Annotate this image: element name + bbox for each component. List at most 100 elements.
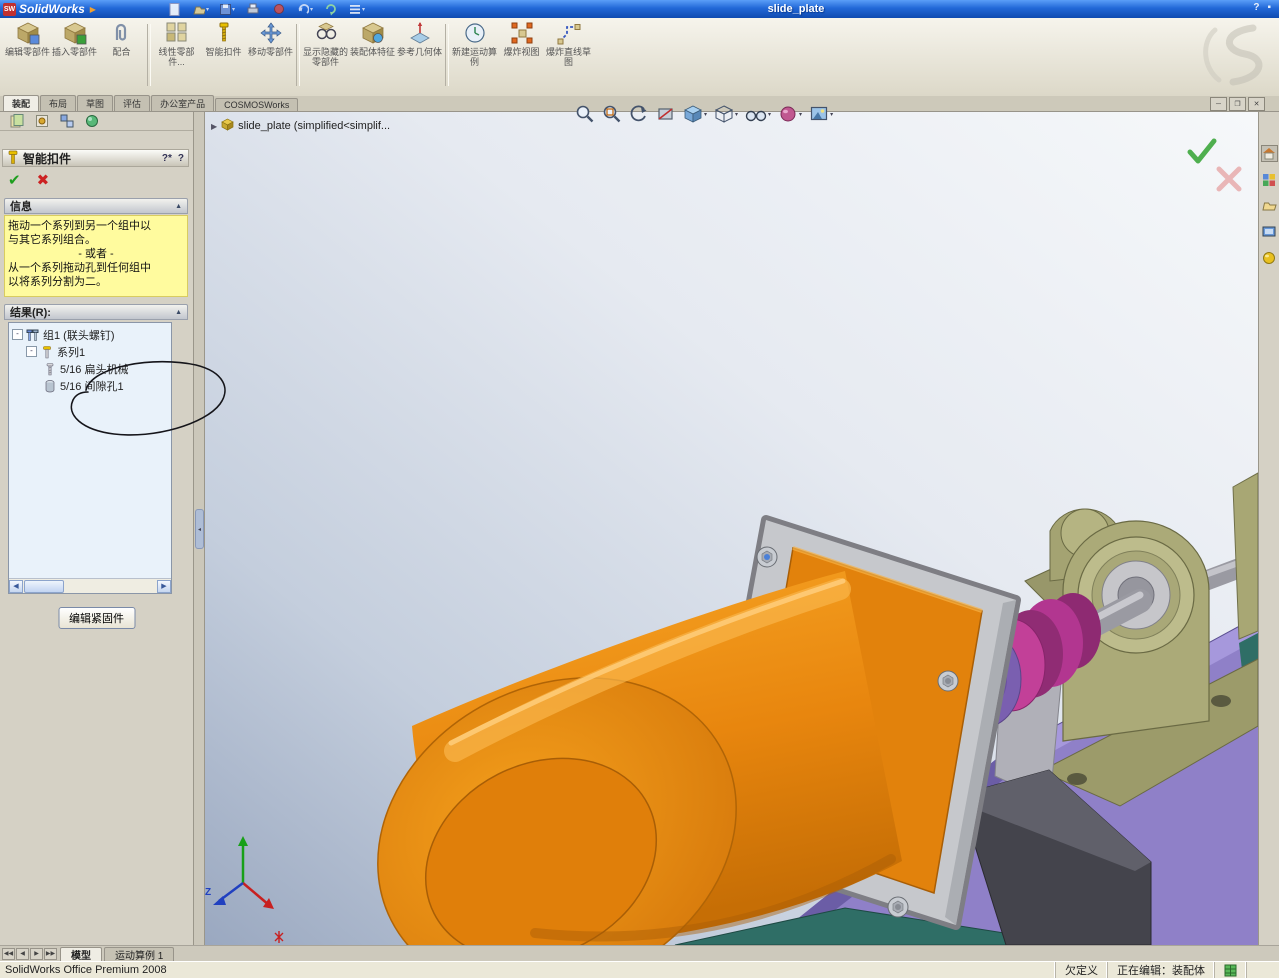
help-button[interactable]: ? (1253, 2, 1259, 13)
display-style-icon[interactable]: ▾ (713, 103, 739, 125)
configurationmanager-tab-icon[interactable] (59, 113, 75, 128)
heads-up-toolbar: ▾ ▾ ▾ ▾ ▾ (574, 100, 834, 128)
help-icon[interactable]: ? (178, 153, 184, 164)
first-tab-icon[interactable]: ◀◀ (2, 947, 15, 960)
print-icon[interactable] (244, 2, 261, 17)
tab-assembly[interactable]: 装配 (3, 95, 40, 111)
toolbar-separator (147, 24, 151, 86)
flange-bolt[interactable] (887, 896, 909, 918)
view-orientation-icon[interactable]: ▾ (682, 103, 708, 125)
motor-body[interactable] (323, 571, 902, 945)
previous-tab-icon[interactable]: ◀ (16, 947, 29, 960)
collapse-icon[interactable]: - (12, 329, 23, 340)
hide-show-items-icon[interactable]: ▾ (744, 103, 772, 125)
expander-icon[interactable]: ▶ (211, 122, 217, 131)
toolbar-button-exploded-view[interactable]: 爆炸视图 (498, 18, 545, 95)
tab-layout[interactable]: 布局 (40, 95, 77, 111)
message-box: 拖动一个系列到另一个组中以 与其它系列组合。 - 或者 - 从一个系列拖动孔到任… (4, 215, 188, 297)
tab-model[interactable]: 模型 (60, 946, 102, 962)
zoom-fit-icon[interactable] (574, 103, 596, 125)
tab-motion-study-1[interactable]: 运动算例 1 (104, 946, 175, 962)
file-explorer-icon[interactable] (1261, 197, 1278, 214)
tab-office-products[interactable]: 办公室产品 (151, 95, 215, 111)
results-group-header[interactable]: 结果(R): ▲ (4, 304, 188, 320)
toolbar-button-explode-line-sketch[interactable]: 爆炸直线草图 (545, 18, 592, 95)
dropdown-icon[interactable]: ▾ (830, 111, 833, 118)
section-view-icon[interactable] (655, 103, 677, 125)
apply-scene-icon[interactable]: ▾ (808, 103, 834, 125)
propertymanager-tab-icon[interactable] (34, 113, 50, 128)
minimize-icon[interactable]: ─ (1210, 97, 1227, 111)
tree-item-screw[interactable]: 5/16 扁头机械 (9, 360, 171, 377)
toolbar-button-linear-component-pattern[interactable]: 线性零部件... (153, 18, 200, 95)
open-dropdown-icon[interactable]: ▾ (206, 6, 209, 13)
undo-icon[interactable]: ▾ (296, 2, 313, 17)
last-tab-icon[interactable]: ▶▶ (44, 947, 57, 960)
undo-dropdown-icon[interactable]: ▾ (310, 6, 313, 13)
toolbar-button-new-motion-study[interactable]: 新建运动算例 (451, 18, 498, 95)
previous-view-icon[interactable] (628, 103, 650, 125)
scroll-left-icon[interactable]: ◀ (9, 579, 23, 593)
quick-tips-icon[interactable] (1214, 962, 1246, 978)
tree-item-clearance-hole[interactable]: 5/16 间隙孔1 (9, 377, 171, 394)
app-name: SolidWorks (19, 2, 85, 16)
featuremanager-tab-icon[interactable] (9, 113, 25, 128)
toolbar-button-edit-component[interactable]: 编辑零部件 (4, 18, 51, 95)
tree-item-group1[interactable]: - 组1 (联头螺钉) (9, 326, 171, 343)
tab-evaluate[interactable]: 评估 (114, 95, 151, 111)
palette-icon[interactable] (1261, 223, 1278, 240)
edition-text: SolidWorks Office Premium 2008 (5, 964, 167, 976)
tree-item-series1[interactable]: - 系列1 (9, 343, 171, 360)
toolbar-button-move-component[interactable]: 移动零部件 (247, 18, 294, 95)
dropdown-icon[interactable]: ▾ (704, 111, 707, 118)
document-tree-root[interactable]: ▶ slide_plate (simplified<simplif... (211, 118, 390, 134)
panel-splitter[interactable]: ◂ (194, 111, 205, 945)
graphics-area[interactable]: Z ▶ slide_plate (simplified<simplif... (205, 111, 1258, 945)
appearances-icon[interactable] (1261, 249, 1278, 266)
dropdown-icon[interactable]: ▾ (768, 111, 771, 118)
home-icon[interactable] (1260, 145, 1278, 162)
close-icon[interactable]: ✕ (1248, 97, 1265, 111)
dropdown-icon[interactable]: ▾ (735, 111, 738, 118)
collapse-chevron-icon[interactable]: ▲ (175, 309, 182, 316)
zoom-area-icon[interactable] (601, 103, 623, 125)
collapse-icon[interactable]: - (26, 346, 37, 357)
tab-sketch[interactable]: 草图 (77, 95, 114, 111)
restore-icon[interactable]: ❐ (1229, 97, 1246, 111)
message-group-header[interactable]: 信息 ▲ (4, 198, 188, 214)
flange-bolt[interactable] (937, 670, 959, 692)
ok-button[interactable]: ✔ (8, 171, 21, 189)
toolbar-button-smart-fasteners[interactable]: 智能扣件 (200, 18, 247, 95)
next-tab-icon[interactable]: ▶ (30, 947, 43, 960)
options-icon[interactable]: ▾ (348, 2, 365, 17)
design-library-icon[interactable] (1261, 171, 1278, 188)
toolbar-button-reference-geometry[interactable]: 参考几何体 (396, 18, 443, 95)
solidworks-watermark-icon (1193, 20, 1273, 93)
assembly-3d-model[interactable]: Z (205, 111, 1258, 945)
options-dropdown-icon[interactable]: ▾ (362, 6, 365, 13)
open-document-icon[interactable]: ▾ (192, 2, 209, 17)
scrollbar-thumb[interactable] (24, 579, 64, 593)
new-document-icon[interactable] (166, 2, 183, 17)
save-icon[interactable]: ▾ (218, 2, 235, 17)
eyedropper-icon[interactable] (270, 2, 287, 17)
cancel-button[interactable]: ✖ (37, 171, 50, 189)
toolbar-button-show-hidden-components[interactable]: 显示隐藏的零部件 (302, 18, 349, 95)
toolbar-button-assembly-features[interactable]: 装配体特征 (349, 18, 396, 95)
whats-this-icon[interactable]: ?* (162, 153, 172, 164)
edit-appearance-icon[interactable]: ▾ (777, 103, 803, 125)
horizontal-scrollbar[interactable]: ◀ ▶ (9, 578, 171, 593)
scroll-right-icon[interactable]: ▶ (157, 579, 171, 593)
splitter-handle-icon[interactable]: ◂ (195, 509, 204, 549)
confirmation-cancel-icon[interactable] (1214, 164, 1244, 197)
rebuild-icon[interactable] (322, 2, 339, 17)
tab-cosmosworks[interactable]: COSMOSWorks (215, 98, 299, 111)
toolbar-button-mate[interactable]: 配合 (98, 18, 145, 95)
thirdparty-tab-icon[interactable] (84, 113, 100, 128)
edit-fasteners-button[interactable]: 编辑紧固件 (58, 607, 135, 629)
toolbar-button-insert-component[interactable]: 插入零部件 (51, 18, 98, 95)
dropdown-icon[interactable]: ▾ (799, 111, 802, 118)
collapse-chevron-icon[interactable]: ▲ (175, 203, 182, 210)
flange-bolt[interactable] (756, 546, 778, 568)
save-dropdown-icon[interactable]: ▾ (232, 6, 235, 13)
